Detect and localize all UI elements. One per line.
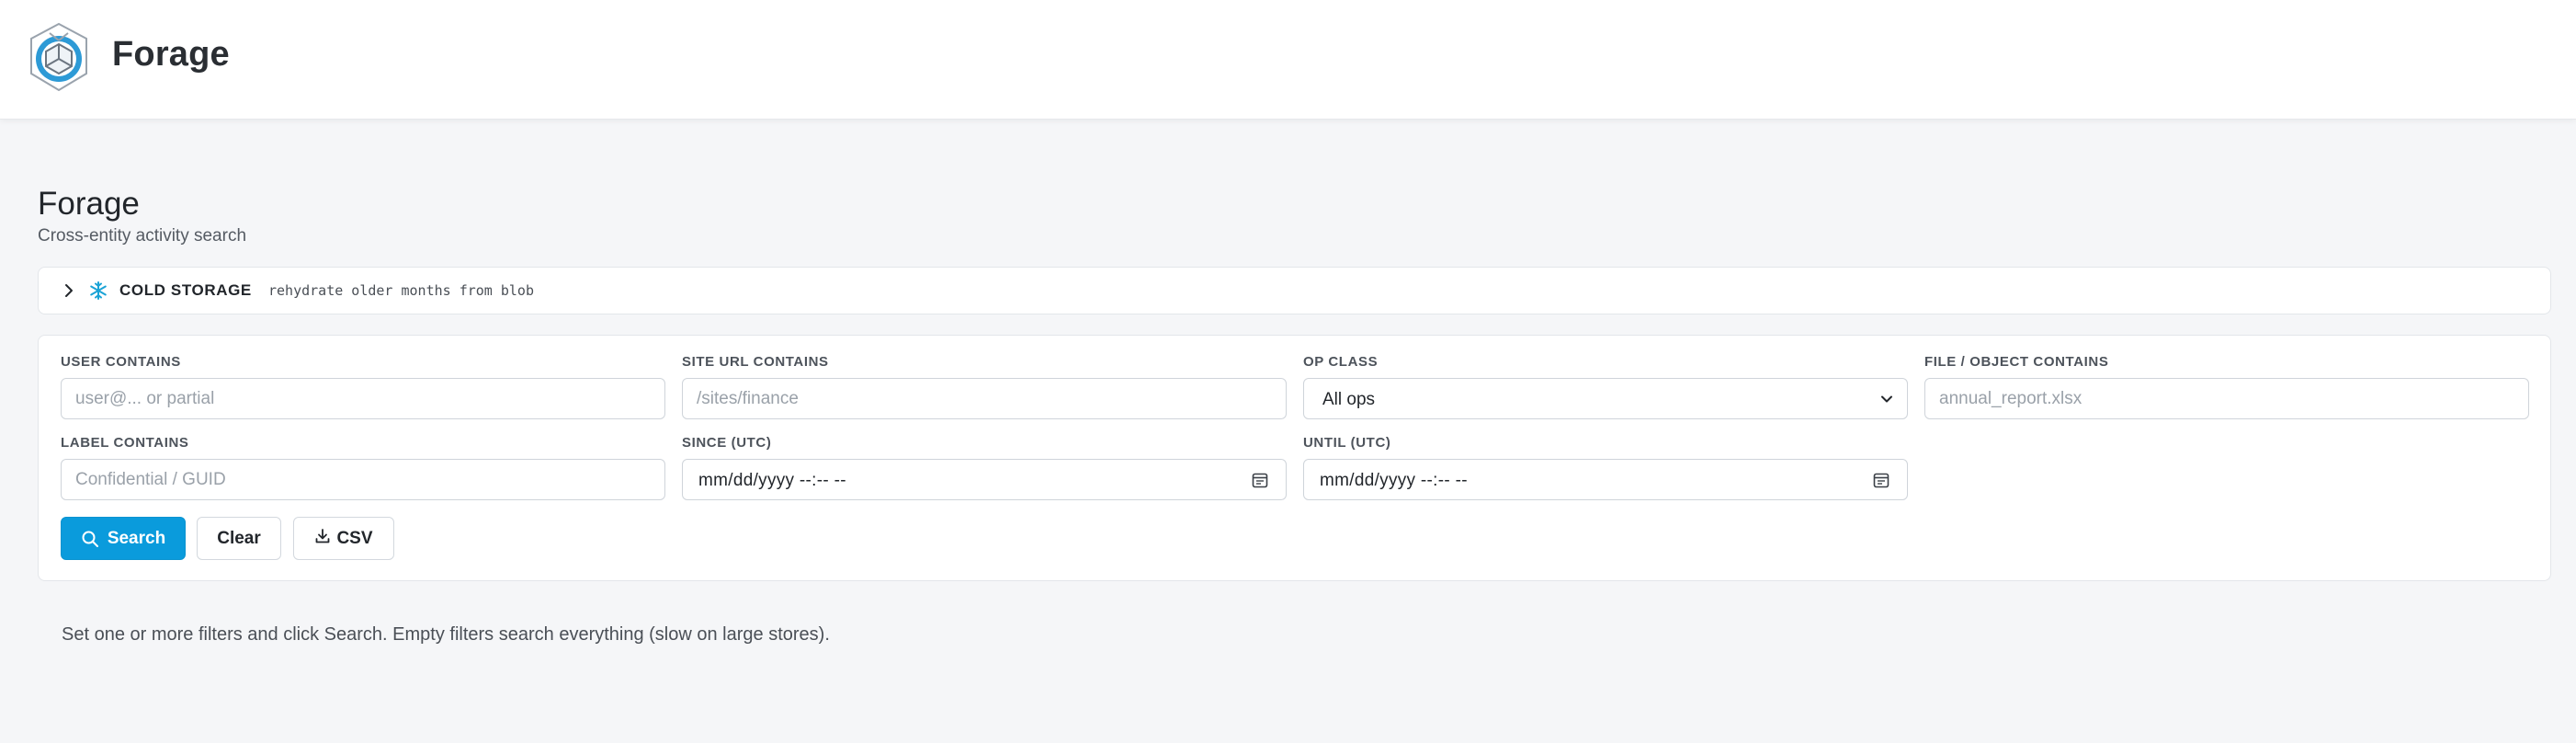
- csv-button-label: CSV: [336, 528, 373, 548]
- op-class-selected: All ops: [1322, 390, 1376, 409]
- cold-storage-hint: rehydrate older months from blob: [268, 282, 534, 299]
- until-datetime-input[interactable]: mm/dd/yyyy --:-- --: [1303, 459, 1908, 500]
- since-utc-label: SINCE (UTC): [682, 435, 772, 451]
- since-datetime-input[interactable]: mm/dd/yyyy --:-- --: [682, 459, 1287, 500]
- since-datetime-value: mm/dd/yyyy --:-- --: [698, 471, 846, 490]
- top-bar: Forage: [0, 0, 2576, 120]
- filter-panel: USER CONTAINS SITE URL CONTAINS OP CLASS…: [38, 335, 2551, 581]
- user-contains-input[interactable]: [61, 378, 665, 419]
- cold-storage-toggle[interactable]: COLD STORAGE rehydrate older months from…: [38, 267, 2551, 314]
- site-url-contains-label: SITE URL CONTAINS: [682, 354, 829, 370]
- file-object-contains-label: FILE / OBJECT CONTAINS: [1924, 354, 2109, 370]
- op-class-label: OP CLASS: [1303, 354, 1379, 370]
- search-icon: [82, 531, 98, 547]
- snowflake-icon: [90, 281, 107, 300]
- user-contains-label: USER CONTAINS: [61, 354, 181, 370]
- file-object-contains-input[interactable]: [1924, 378, 2529, 419]
- page-subtitle: Cross-entity activity search: [38, 226, 247, 246]
- site-url-contains-input[interactable]: [682, 378, 1287, 419]
- until-utc-label: UNTIL (UTC): [1303, 435, 1391, 451]
- calendar-icon[interactable]: [1251, 471, 1269, 489]
- label-contains-label: LABEL CONTAINS: [61, 435, 189, 451]
- search-button-label: Search: [107, 528, 166, 548]
- csv-export-button[interactable]: CSV: [293, 517, 394, 560]
- label-contains-input[interactable]: [61, 459, 665, 500]
- download-icon: [316, 528, 330, 543]
- chevron-down-icon: [1881, 395, 1892, 403]
- until-datetime-value: mm/dd/yyyy --:-- --: [1320, 471, 1468, 490]
- clear-button[interactable]: Clear: [197, 517, 281, 560]
- chevron-right-icon: [65, 284, 73, 297]
- forage-logo-icon[interactable]: [22, 20, 96, 94]
- calendar-icon[interactable]: [1872, 471, 1890, 489]
- cold-storage-title: COLD STORAGE: [119, 281, 252, 299]
- page-title: Forage: [38, 186, 140, 222]
- search-button[interactable]: Search: [61, 517, 186, 560]
- brand-name: Forage: [112, 35, 230, 74]
- clear-button-label: Clear: [217, 528, 261, 548]
- op-class-select[interactable]: All ops: [1303, 378, 1908, 419]
- help-text: Set one or more filters and click Search…: [62, 624, 830, 645]
